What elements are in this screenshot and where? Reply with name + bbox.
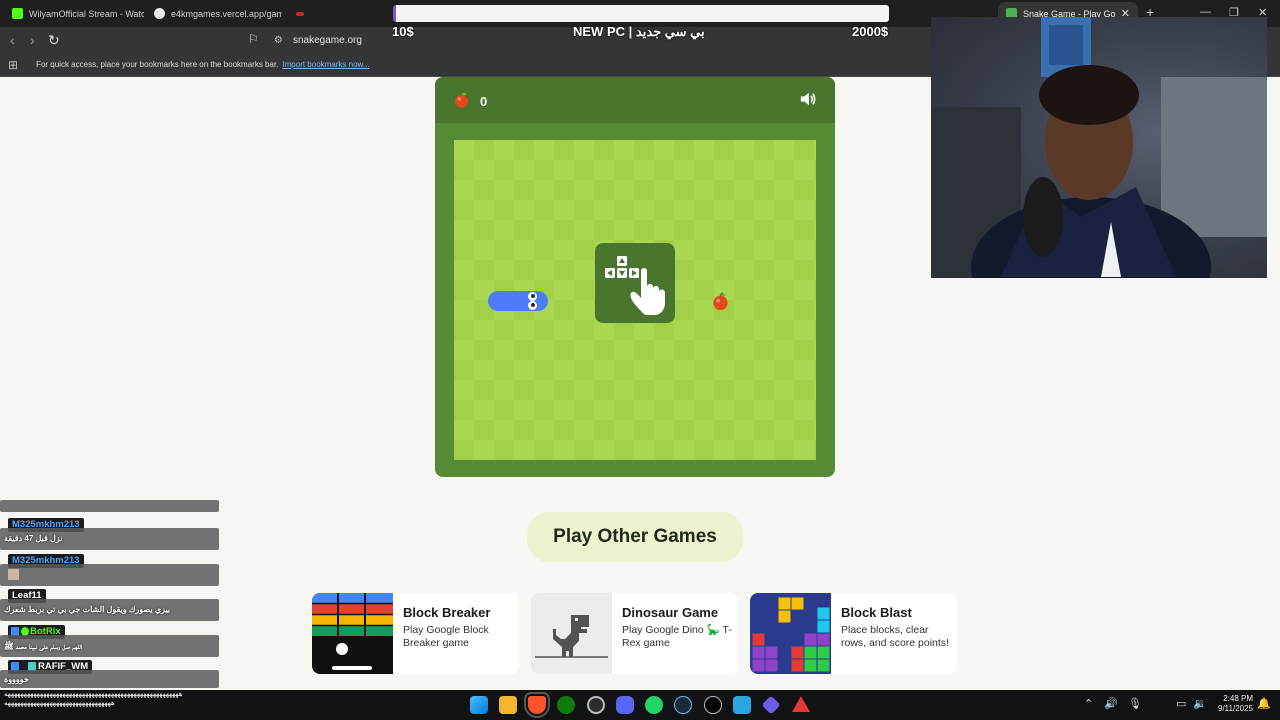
chat-message: خووووة [4,675,29,684]
block-blast-thumbnail [750,593,831,674]
tab-third[interactable] [288,2,314,25]
tab-favicon-icon [296,11,304,16]
card-title: Block Blast [841,605,912,620]
card-description: Play Google Dino 🦕 T-Rex game [622,624,732,649]
volume-icon[interactable]: 🔊 [1104,697,1118,710]
speaker-icon[interactable] [799,91,817,107]
apple-food-icon [713,292,728,311]
card-description: Place blocks, clear rows, and score poin… [841,624,949,649]
apple-icon [455,91,468,108]
dinosaur-thumbnail [531,593,612,674]
chat-row [0,564,219,586]
chat-marquee: هههههههههههههههههههههههههههههههههههههههه… [4,690,219,708]
snake [488,291,548,311]
card-title: Dinosaur Game [622,605,719,620]
snake-eye [528,292,537,301]
bookmark-icon[interactable]: ⚐ [248,32,259,46]
chat-row: خووووة [0,670,219,688]
forward-icon[interactable]: › [30,32,35,48]
back-icon[interactable]: ‹ [10,32,15,48]
play-other-games-heading: Play Other Games [527,512,743,562]
game-header: 0 [435,77,835,123]
adobe-icon[interactable] [792,696,810,712]
streamer-webcam [931,17,1267,278]
card-title: Block Breaker [403,605,491,620]
stream-goal-text: 10$ NEW PC | بي سي جديد 2000$ [390,24,890,42]
chat-row [0,500,219,512]
discord-icon[interactable] [616,696,634,714]
bookmarks-hint: For quick access, place your bookmarks h… [36,60,279,69]
clock-date: 9/11/2025 [1218,704,1253,713]
tab-kick-stream[interactable]: WilyamOfficial Stream - Watch [4,2,144,25]
marquee-line: هههههههههههههههههههههههههههههههههههههههه… [4,691,183,698]
brave-browser-icon[interactable] [524,692,550,718]
goal-current-amount: 10$ [392,24,414,39]
stream-goal-bar [393,5,889,22]
game-card-block-breaker[interactable]: Block Breaker Play Google Block Breaker … [312,593,519,674]
speaker-tray-icon[interactable]: 🔉 [1193,697,1207,710]
game-card-block-blast[interactable]: Block Blast Place blocks, clear rows, an… [750,593,957,674]
block-breaker-thumbnail [312,593,393,674]
globe-icon [154,8,165,19]
marquee-line: هههههههههههههههههههههههههههههههههه [4,700,115,707]
game-board[interactable] [454,140,816,460]
site-info-icon[interactable]: ⚙ [274,35,283,46]
url-text: snakegame.org [292,34,362,46]
windows-start-icon[interactable] [470,696,488,714]
chat-message: اللهم صل وسلم على نبينا محمد ﷺ [4,642,83,651]
network-icon[interactable]: ▭ [1176,697,1186,710]
tab-e4kmgames[interactable]: e4kmgames.vercel.app/games [146,2,282,25]
snake-eye [528,301,537,310]
obs-studio-icon[interactable] [587,696,605,714]
chat-emote-icon [8,569,19,580]
chat-row: بيزي يصورك ويقول الشات جي بي تي بربط شعر… [0,599,219,621]
apps-grid-icon[interactable]: ⊞ [8,58,18,72]
chat-message: نزل قبل 47 دقيقة [4,534,63,543]
controls-hint [595,243,675,323]
stream-chat: M325mkhm213 نزل قبل 47 دقيقة M325mkhm213… [0,500,222,690]
goal-headline: NEW PC | بي سي جديد [573,24,705,39]
webcam-video-image [931,17,1267,278]
microphone-icon[interactable]: 🎙 [1128,697,1142,710]
card-description: Play Google Block Breaker game [403,624,489,649]
goal-target-amount: 2000$ [852,24,889,39]
xbox-icon[interactable] [557,696,575,714]
tab-title: e4kmgames.vercel.app/games [171,8,282,19]
app-icon[interactable] [704,696,722,714]
arrow-keys-hand-icon [605,256,665,315]
snake-game: 0 [435,77,835,477]
game-card-dinosaur[interactable]: Dinosaur Game Play Google Dino 🦕 T-Rex g… [531,593,738,674]
chat-row: نزل قبل 47 دقيقة [0,528,219,550]
app-icon[interactable] [733,696,751,714]
show-hidden-icons-icon[interactable]: ⌃ [1084,697,1093,710]
chat-message: بيزي يصورك ويقول الشات جي بي تي بربط شعر… [4,605,171,614]
reload-icon[interactable]: ↻ [48,32,60,49]
whatsapp-icon[interactable] [645,696,663,714]
steam-icon[interactable] [674,696,692,714]
notifications-bell-icon[interactable]: 🔔 [1257,697,1271,710]
clock-time: 2:48 PM [1223,694,1253,703]
taskbar-clock[interactable]: 2:48 PM 9/11/2025 [1213,694,1253,714]
import-bookmarks-link[interactable]: Import bookmarks now... [282,60,369,69]
tab-title: WilyamOfficial Stream - Watch [29,8,144,19]
file-explorer-icon[interactable] [499,696,517,714]
kick-icon [12,8,23,19]
chat-row: اللهم صل وسلم على نبينا محمد ﷺ [0,635,219,657]
score-value: 0 [480,94,488,109]
